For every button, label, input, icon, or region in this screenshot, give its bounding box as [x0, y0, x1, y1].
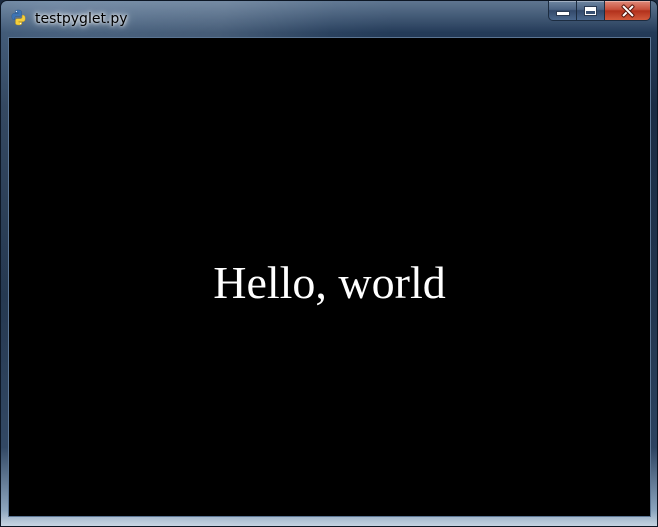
- window-controls: [548, 1, 651, 22]
- minimize-icon: [555, 11, 570, 16]
- python-icon[interactable]: [10, 9, 27, 26]
- render-canvas[interactable]: Hello, world: [8, 37, 651, 517]
- maximize-icon: [584, 5, 597, 16]
- app-window: testpyglet.py Hello, world: [0, 0, 658, 527]
- close-button[interactable]: [604, 1, 651, 21]
- maximize-button[interactable]: [576, 1, 604, 21]
- close-icon: [620, 4, 636, 18]
- title-bar[interactable]: testpyglet.py: [1, 1, 657, 37]
- minimize-button[interactable]: [548, 1, 576, 21]
- hello-world-label: Hello, world: [213, 257, 446, 308]
- window-title: testpyglet.py: [35, 11, 128, 27]
